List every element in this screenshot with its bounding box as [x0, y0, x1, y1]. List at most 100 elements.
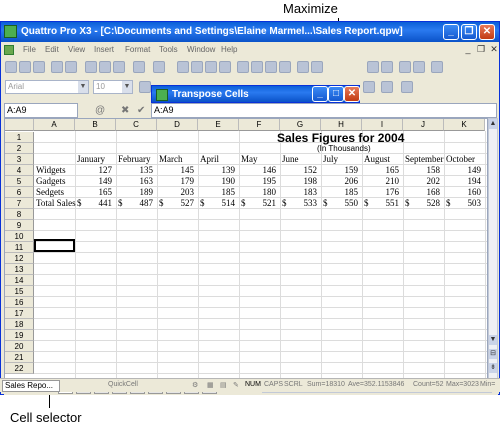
- close-button[interactable]: ✕: [479, 24, 495, 40]
- row-header-9[interactable]: 9: [5, 220, 34, 231]
- pen-icon[interactable]: ✎: [233, 381, 239, 389]
- title-bar[interactable]: Quattro Pro X3 - [C:\Documents and Setti…: [1, 22, 499, 42]
- month-header[interactable]: February: [118, 154, 156, 165]
- toolbar-icon-7[interactable]: [265, 61, 277, 73]
- column-header-e[interactable]: E: [198, 119, 239, 131]
- month-header[interactable]: July: [323, 154, 361, 165]
- column-header-f[interactable]: F: [239, 119, 280, 131]
- data-cell[interactable]: 127: [75, 165, 113, 176]
- data-cell[interactable]: 198: [280, 176, 318, 187]
- row-header-14[interactable]: 14: [5, 275, 34, 286]
- row-header-8[interactable]: 8: [5, 209, 34, 220]
- data-cell[interactable]: 533: [280, 198, 318, 209]
- dialog-minimize-button[interactable]: _: [312, 86, 328, 102]
- month-header[interactable]: September: [405, 154, 444, 165]
- status-icon-1[interactable]: ⚙: [192, 381, 198, 389]
- data-cell[interactable]: 487: [116, 198, 154, 209]
- toolbar-icon-16[interactable]: [363, 81, 375, 93]
- formula-at-icon[interactable]: @: [95, 105, 105, 116]
- data-cell[interactable]: 185: [321, 187, 359, 198]
- column-header-c[interactable]: C: [116, 119, 157, 131]
- data-cell[interactable]: 189: [116, 187, 154, 198]
- column-header-j[interactable]: J: [403, 119, 444, 131]
- menu-format[interactable]: Format: [125, 45, 150, 54]
- spreadsheet-grid[interactable]: ABCDEFGHIJK 1 2 3 4 5 6 7 8 9 10 11 12 13 14 15 16 17 18 1…: [4, 118, 488, 382]
- doc-restore-button[interactable]: ❐: [476, 44, 486, 55]
- row-label[interactable]: Sedgets: [36, 187, 64, 198]
- data-cell[interactable]: 441: [75, 198, 113, 209]
- copy-icon[interactable]: [99, 61, 111, 73]
- data-cell[interactable]: 176: [362, 187, 400, 198]
- toolbar-icon-15[interactable]: [431, 61, 443, 73]
- column-header-b[interactable]: B: [75, 119, 116, 131]
- menu-help[interactable]: Help: [221, 45, 237, 54]
- data-cell[interactable]: 527: [157, 198, 195, 209]
- toolbar-icon-9[interactable]: [297, 61, 309, 73]
- row-header-21[interactable]: 21: [5, 352, 34, 363]
- dialog-maximize-button[interactable]: □: [328, 86, 344, 102]
- redo-icon[interactable]: [153, 61, 165, 73]
- month-header[interactable]: June: [282, 154, 320, 165]
- scroll-down-icon[interactable]: ▼: [489, 335, 497, 345]
- data-cell[interactable]: 503: [444, 198, 482, 209]
- toolbar-icon-13[interactable]: [399, 61, 411, 73]
- data-cell[interactable]: 180: [239, 187, 277, 198]
- scroll-end-icon[interactable]: ⇟: [489, 363, 497, 373]
- font-combo[interactable]: Arial ▼: [5, 80, 89, 94]
- column-header-d[interactable]: D: [157, 119, 198, 131]
- row-header-20[interactable]: 20: [5, 341, 34, 352]
- sheet-subtitle[interactable]: (In Thousands): [317, 144, 371, 153]
- doc-minimize-button[interactable]: _: [463, 44, 473, 55]
- name-box[interactable]: A:A9: [4, 103, 78, 118]
- toolbar-icon-11[interactable]: [367, 61, 379, 73]
- menu-tools[interactable]: Tools: [159, 45, 178, 54]
- data-cell[interactable]: 195: [239, 176, 277, 187]
- column-header-h[interactable]: H: [321, 119, 362, 131]
- data-cell[interactable]: 158: [403, 165, 441, 176]
- menu-window[interactable]: Window: [187, 45, 215, 54]
- data-cell[interactable]: 190: [198, 176, 236, 187]
- row-header-2[interactable]: 2: [5, 143, 34, 154]
- month-header[interactable]: May: [241, 154, 279, 165]
- data-cell[interactable]: 135: [116, 165, 154, 176]
- row-header-18[interactable]: 18: [5, 319, 34, 330]
- toolbar-icon-14[interactable]: [413, 61, 425, 73]
- print-preview-icon[interactable]: [65, 61, 77, 73]
- column-header-i[interactable]: I: [362, 119, 403, 131]
- menu-view[interactable]: View: [68, 45, 85, 54]
- scroll-up-icon[interactable]: ▲: [489, 119, 497, 129]
- row-header-16[interactable]: 16: [5, 297, 34, 308]
- data-cell[interactable]: 194: [444, 176, 482, 187]
- toolbar-icon-5[interactable]: [237, 61, 249, 73]
- menu-file[interactable]: File: [23, 45, 36, 54]
- restore-button[interactable]: ❐: [461, 24, 477, 40]
- menu-insert[interactable]: Insert: [94, 45, 114, 54]
- status-icon-3[interactable]: ▤: [220, 381, 227, 389]
- formula-cancel-icon[interactable]: ✖: [121, 105, 129, 116]
- data-cell[interactable]: 551: [362, 198, 400, 209]
- new-icon[interactable]: [5, 61, 17, 73]
- row-header-5[interactable]: 5: [5, 176, 34, 187]
- toolbar-icon-10[interactable]: [311, 61, 323, 73]
- toolbar-icon-18[interactable]: [401, 81, 413, 93]
- row-header-6[interactable]: 6: [5, 187, 34, 198]
- toolbar-icon-6[interactable]: [251, 61, 263, 73]
- formula-input[interactable]: A:A9: [151, 103, 497, 118]
- open-icon[interactable]: [19, 61, 31, 73]
- sheet-title[interactable]: Sales Figures for 2004: [277, 131, 404, 145]
- toolbar-icon-8[interactable]: [279, 61, 291, 73]
- cut-icon[interactable]: [85, 61, 97, 73]
- row-header-10[interactable]: 10: [5, 231, 34, 242]
- data-cell[interactable]: 514: [198, 198, 236, 209]
- transpose-cells-dialog[interactable]: Transpose Cells _ □ ✕: [151, 85, 360, 103]
- corner-header[interactable]: [5, 119, 34, 131]
- data-cell[interactable]: 183: [280, 187, 318, 198]
- data-cell[interactable]: 165: [362, 165, 400, 176]
- column-header-g[interactable]: G: [280, 119, 321, 131]
- data-cell[interactable]: 206: [321, 176, 359, 187]
- data-cell[interactable]: 550: [321, 198, 359, 209]
- minimize-button[interactable]: _: [443, 24, 459, 40]
- row-header-4[interactable]: 4: [5, 165, 34, 176]
- row-header-11[interactable]: 11: [5, 242, 34, 253]
- row-label[interactable]: Widgets: [36, 165, 66, 176]
